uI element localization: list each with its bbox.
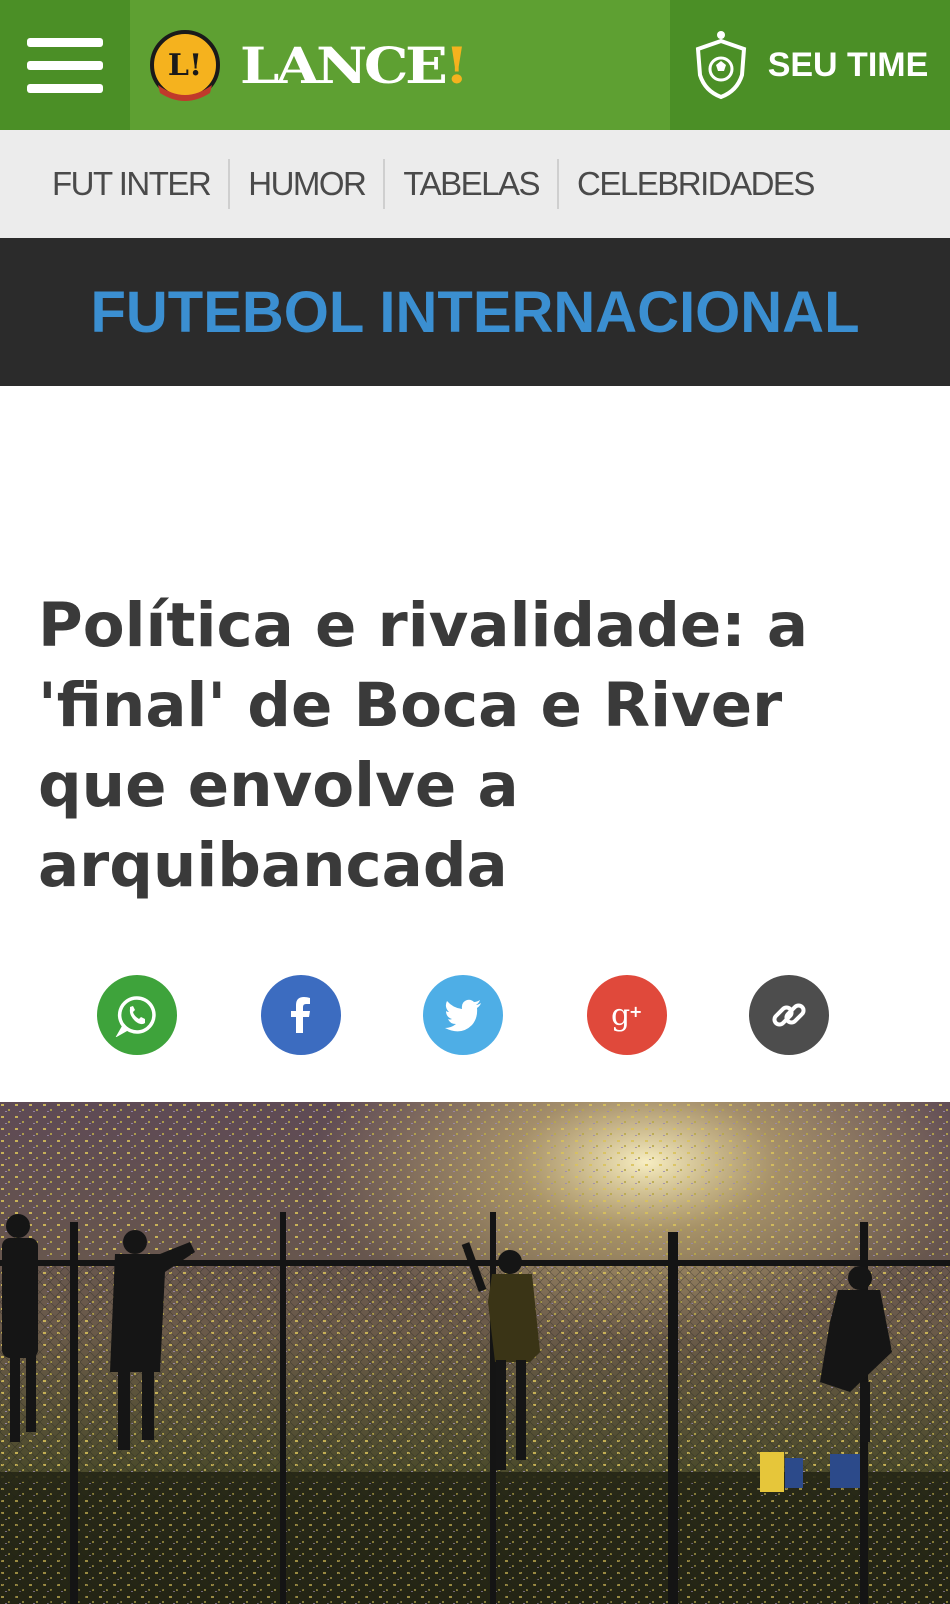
section-title[interactable]: FUTEBOL INTERNACIONAL — [90, 279, 859, 346]
lance-badge-icon: L! — [150, 30, 220, 101]
google-plus-share-button[interactable]: g + — [587, 975, 667, 1055]
category-nav: FUT INTER HUMOR TABELAS CELEBRIDADES — [0, 130, 950, 238]
nav-item-celebridades[interactable]: CELEBRIDADES — [557, 159, 832, 209]
share-bar: g + — [97, 975, 847, 1055]
nav-item-fut-inter[interactable]: FUT INTER — [34, 159, 228, 209]
whatsapp-share-button[interactable] — [97, 975, 177, 1055]
logo-wordmark: LANCE! — [240, 35, 469, 95]
logo-text: LANCE — [240, 35, 448, 95]
seu-time-label: SEU TIME — [767, 45, 929, 84]
seu-time-button[interactable]: SEU TIME — [670, 0, 950, 130]
section-banner: FUTEBOL INTERNACIONAL — [0, 238, 950, 386]
menu-icon-bar — [27, 37, 103, 47]
team-shield-icon — [695, 31, 746, 100]
nav-item-tabelas[interactable]: TABELAS — [383, 159, 557, 209]
hamburger-menu-button[interactable] — [0, 0, 130, 130]
google-plus-icon: g + — [611, 998, 642, 1033]
badge-letter: L! — [168, 48, 202, 83]
facebook-icon — [291, 997, 310, 1033]
twitter-share-button[interactable] — [423, 975, 503, 1055]
svg-text:g: g — [611, 998, 630, 1033]
article-headline: Política e rivalidade: a 'final' de Boca… — [38, 590, 809, 901]
top-bar: L! LANCE! SEU TIME — [0, 0, 950, 130]
article-hero-image — [0, 1102, 950, 1604]
menu-icon-bar — [27, 83, 103, 93]
nav-item-humor[interactable]: HUMOR — [228, 159, 383, 209]
svg-text:+: + — [629, 1002, 642, 1021]
lance-logo[interactable]: L! LANCE! — [150, 22, 469, 108]
whatsapp-icon — [115, 996, 156, 1037]
facebook-share-button[interactable] — [261, 975, 341, 1055]
logo-exclamation: ! — [444, 35, 469, 95]
copy-link-button[interactable] — [749, 975, 829, 1055]
menu-icon-bar — [27, 60, 103, 70]
twitter-icon — [445, 999, 481, 1032]
link-icon — [772, 1003, 806, 1027]
stadium-photo — [0, 1102, 950, 1604]
